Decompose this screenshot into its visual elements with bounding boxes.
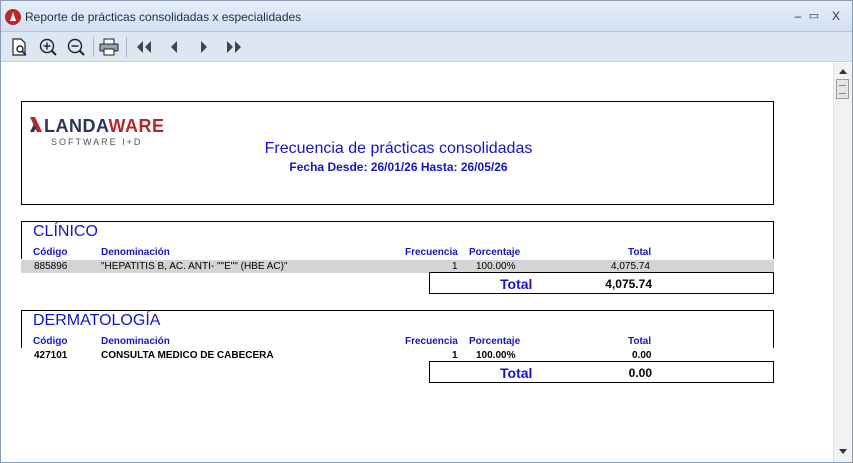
row-frecuencia: 1 [452, 350, 458, 361]
title-bar[interactable]: Reporte de prácticas consolidadas x espe… [1, 1, 852, 32]
scroll-down-icon[interactable] [839, 449, 847, 454]
row-total: 0.00 [632, 350, 652, 361]
row-codigo: 885896 [34, 261, 68, 272]
close-button[interactable]: X [827, 7, 845, 25]
section-header: DERMATOLOGÍA Código Denominación Frecuen… [21, 310, 774, 348]
report-title: Frecuencia de prácticas consolidadas [264, 140, 533, 157]
row-denominacion: "HEPATITIS B, AC. ANTI- ""E"" (HBE AC)" [101, 261, 288, 272]
col-header-frecuencia: Frecuencia [405, 247, 458, 258]
print-icon[interactable] [98, 37, 120, 57]
next-page-icon[interactable] [193, 37, 215, 57]
section-title: DERMATOLOGÍA [33, 312, 161, 329]
row-porcentaje: 100.00% [476, 350, 516, 361]
zoom-in-icon[interactable] [37, 37, 59, 57]
last-page-icon[interactable] [223, 37, 245, 57]
maximize-button[interactable]: ▭ [805, 7, 823, 25]
total-value: 4,075.74 [605, 277, 652, 291]
toolbar [1, 32, 852, 62]
section-title: CLÍNICO [33, 223, 98, 240]
total-value: 0.00 [628, 366, 652, 380]
section-total-box: Total 0.00 [429, 361, 774, 383]
col-header-porcentaje: Porcentaje [469, 247, 521, 258]
landaware-logo-icon [30, 117, 42, 132]
total-label: Total [500, 365, 533, 381]
section-total-box: Total 4,075.74 [429, 272, 774, 294]
col-header-denominacion: Denominación [101, 247, 170, 258]
row-codigo: 427101 [34, 350, 68, 361]
first-page-icon[interactable] [133, 37, 155, 57]
col-header-codigo: Código [33, 247, 68, 258]
col-header-codigo: Código [33, 336, 68, 347]
report-subtitle: Fecha Desde: 26/01/26 Hasta: 26/05/26 [289, 160, 508, 174]
section-header: CLÍNICO Código Denominación Frecuencia P… [21, 221, 774, 259]
preview-icon[interactable] [9, 37, 31, 57]
toolbar-separator [126, 37, 127, 57]
row-porcentaje: 100.00% [476, 261, 516, 272]
col-header-frecuencia: Frecuencia [405, 336, 458, 347]
toolbar-separator [93, 37, 94, 57]
col-header-total: Total [628, 336, 652, 347]
report-header: LANDAWARE SOFTWARE I+D Frecuencia de prá… [21, 101, 774, 205]
app-logo-icon [5, 9, 21, 25]
col-header-porcentaje: Porcentaje [469, 336, 521, 347]
report-window: Reporte de prácticas consolidadas x espe… [0, 0, 853, 463]
vertical-scrollbar[interactable] [833, 63, 852, 462]
window-title: Reporte de prácticas consolidadas x espe… [25, 10, 302, 24]
total-label: Total [500, 276, 533, 292]
row-denominacion: CONSULTA MEDICO DE CABECERA [101, 350, 274, 361]
col-header-total: Total [628, 247, 652, 258]
row-frecuencia: 1 [452, 261, 458, 272]
zoom-out-icon[interactable] [65, 37, 87, 57]
row-total: 4,075.74 [611, 261, 650, 272]
report-preview: LANDAWARE SOFTWARE I+D Frecuencia de prá… [1, 63, 833, 462]
scroll-up-icon[interactable] [839, 69, 847, 74]
logo-brand: LANDAWARE [44, 116, 165, 136]
col-header-denominacion: Denominación [101, 336, 170, 347]
prev-page-icon[interactable] [163, 37, 185, 57]
scroll-thumb[interactable] [836, 79, 849, 99]
